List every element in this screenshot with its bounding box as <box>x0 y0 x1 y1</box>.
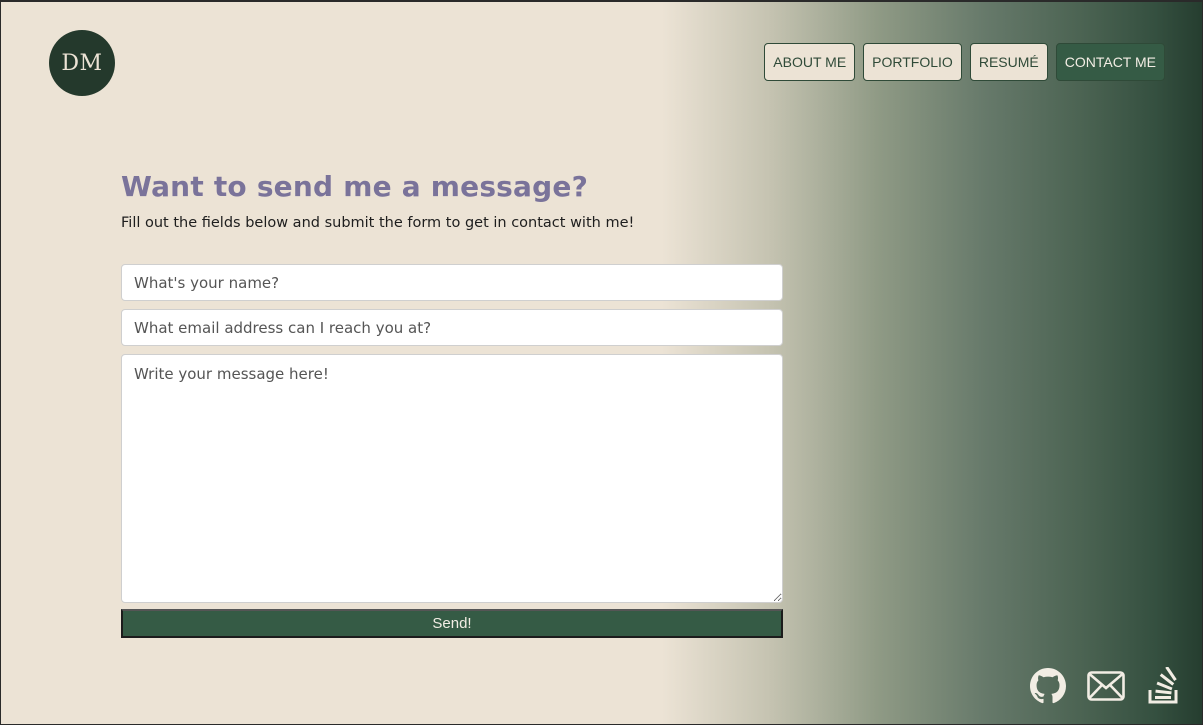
email-input[interactable] <box>121 309 783 346</box>
site-header: DM ABOUT ME PORTFOLIO RESUMÉ CONTACT ME <box>0 0 1203 124</box>
nav-portfolio[interactable]: PORTFOLIO <box>863 43 962 81</box>
contact-section: Want to send me a message? Fill out the … <box>121 170 783 638</box>
nav-about-me[interactable]: ABOUT ME <box>764 43 856 81</box>
logo-initials: DM <box>61 50 103 76</box>
nav-contact-me[interactable]: CONTACT ME <box>1055 43 1165 81</box>
stack-overflow-icon <box>1148 667 1178 704</box>
social-links <box>1029 666 1183 706</box>
github-icon <box>1030 668 1066 704</box>
github-link[interactable] <box>1029 666 1067 706</box>
send-button[interactable]: Send! <box>121 609 783 638</box>
page-title: Want to send me a message? <box>121 170 589 203</box>
main-nav: ABOUT ME PORTFOLIO RESUMÉ CONTACT ME <box>764 43 1165 81</box>
logo[interactable]: DM <box>49 30 115 96</box>
message-textarea[interactable] <box>121 354 783 603</box>
email-icon <box>1087 671 1125 701</box>
stack-overflow-link[interactable] <box>1145 666 1183 706</box>
page-subtitle: Fill out the fields below and submit the… <box>121 215 635 231</box>
name-input[interactable] <box>121 264 783 301</box>
email-link[interactable] <box>1087 666 1125 706</box>
nav-resume[interactable]: RESUMÉ <box>969 43 1048 81</box>
